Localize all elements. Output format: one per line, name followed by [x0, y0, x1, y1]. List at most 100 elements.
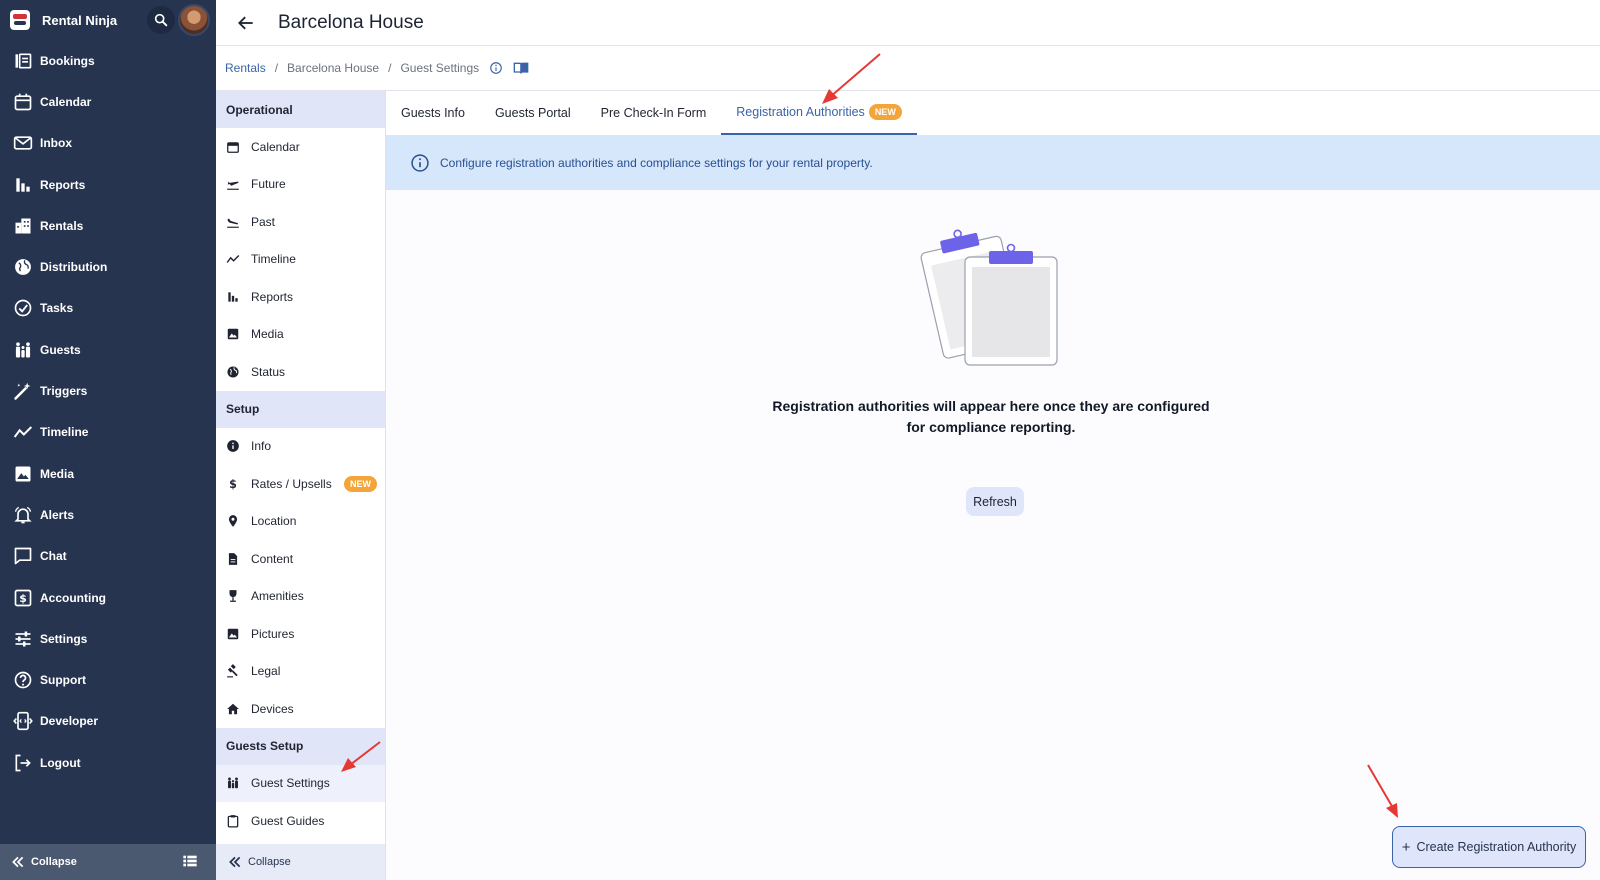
image-icon: [227, 329, 239, 340]
submenu-item-rates-upsells[interactable]: $ Rates / Upsells NEW: [216, 465, 385, 503]
nav-item-logout[interactable]: Logout: [0, 742, 216, 783]
pin-icon: [228, 515, 238, 528]
check-circle-icon: [14, 300, 32, 317]
wand-icon: [14, 382, 31, 400]
timeline-icon: [226, 255, 240, 264]
nav-item-tasks[interactable]: Tasks: [0, 288, 216, 329]
avatar[interactable]: [178, 4, 210, 36]
nav-item-settings[interactable]: Settings: [0, 618, 216, 659]
info-icon[interactable]: [489, 61, 503, 75]
nav-item-support[interactable]: Support: [0, 659, 216, 700]
submenu-item-location[interactable]: Location: [216, 503, 385, 541]
app-collapse-label: Collapse: [31, 856, 77, 868]
bookings-icon: [15, 53, 32, 69]
top-header: Barcelona House: [216, 0, 1600, 46]
submenu-label: Guest Guides: [251, 813, 325, 828]
double-chevron-left-icon: [229, 856, 241, 868]
refresh-button[interactable]: Refresh: [966, 487, 1024, 516]
nav-item-developer[interactable]: Developer: [0, 701, 216, 742]
submenu-item-pictures[interactable]: Pictures: [216, 615, 385, 653]
tab-label: Guests Info: [401, 106, 465, 120]
section-guests-setup: Guests Setup: [216, 727, 385, 765]
svg-text:$: $: [19, 592, 27, 605]
book-icon[interactable]: [513, 61, 529, 75]
submenu-item-future[interactable]: Future: [216, 166, 385, 204]
submenu-item-guest-settings[interactable]: Guest Settings: [216, 764, 385, 802]
tab-guests-info[interactable]: Guests Info: [386, 91, 480, 135]
clipboard-icon: [227, 814, 239, 828]
tab-bar: Guests Info Guests Portal Pre Check-In F…: [386, 91, 1600, 136]
tab-pre-check-in-form[interactable]: Pre Check-In Form: [586, 91, 722, 135]
create-registration-authority-button[interactable]: + Create Registration Authority: [1392, 826, 1586, 868]
nav-item-bookings[interactable]: Bookings: [0, 40, 216, 81]
main-content: Guests Info Guests Portal Pre Check-In F…: [386, 91, 1600, 880]
dollar-icon: $: [14, 589, 32, 606]
submenu-item-past[interactable]: Past: [216, 203, 385, 241]
nav-item-rentals[interactable]: Rentals: [0, 205, 216, 246]
nav-label: Chat: [40, 549, 67, 564]
nav-item-calendar[interactable]: Calendar: [0, 81, 216, 122]
breadcrumb-separator: /: [274, 61, 279, 75]
nav-label: Support: [40, 673, 86, 688]
submenu-item-legal[interactable]: Legal: [216, 653, 385, 691]
nav-item-reports[interactable]: Reports: [0, 164, 216, 205]
reports-icon: [228, 292, 238, 302]
nav-label: Calendar: [40, 94, 92, 109]
nav-item-guests[interactable]: Guests: [0, 329, 216, 370]
submenu-item-guest-guides[interactable]: Guest Guides: [216, 802, 385, 840]
nav-item-alerts[interactable]: Alerts: [0, 494, 216, 535]
submenu-item-calendar[interactable]: Calendar: [216, 128, 385, 166]
app-collapse-button[interactable]: Collapse: [0, 844, 216, 880]
breadcrumb-rental[interactable]: Barcelona House: [287, 61, 379, 75]
submenu-collapse-button[interactable]: Collapse: [216, 844, 385, 880]
nav-item-chat[interactable]: Chat: [0, 536, 216, 577]
search-icon: [154, 13, 168, 27]
tab-registration-authorities[interactable]: Registration Authorities NEW: [721, 91, 917, 135]
page-title: Barcelona House: [278, 11, 424, 33]
submenu-item-info[interactable]: Info: [216, 428, 385, 466]
nav-label: Guests: [40, 342, 81, 357]
breadcrumb-rentals-link[interactable]: Rentals: [225, 61, 266, 75]
submenu-collapse-label: Collapse: [248, 856, 291, 868]
submenu-label: Pictures: [251, 626, 295, 641]
nav-item-inbox[interactable]: Inbox: [0, 123, 216, 164]
new-badge: NEW: [344, 475, 377, 492]
wine-icon: [229, 590, 237, 603]
image-icon: [15, 466, 31, 482]
nav-label: Logout: [40, 755, 81, 770]
nav-item-media[interactable]: Media: [0, 453, 216, 494]
tab-guests-portal[interactable]: Guests Portal: [480, 91, 586, 135]
search-button[interactable]: [147, 6, 175, 34]
reports-icon: [16, 177, 30, 192]
globe-icon: [15, 259, 31, 276]
submenu-label: Past: [251, 214, 276, 229]
nav-item-distribution[interactable]: Distribution: [0, 246, 216, 287]
submenu-item-reports[interactable]: Reports: [216, 278, 385, 316]
submenu-label: Amenities: [251, 589, 304, 604]
submenu-item-devices[interactable]: Devices: [216, 690, 385, 728]
submenu-item-media[interactable]: Media: [216, 316, 385, 354]
nav-item-triggers[interactable]: Triggers: [0, 370, 216, 411]
nav-item-accounting[interactable]: $ Accounting: [0, 577, 216, 618]
calendar-icon: [14, 93, 32, 111]
submenu-item-content[interactable]: Content: [216, 540, 385, 578]
submenu-item-amenities[interactable]: Amenities: [216, 578, 385, 616]
info-icon: [227, 440, 239, 453]
submenu-item-timeline[interactable]: Timeline: [216, 241, 385, 279]
empty-state-message: Registration authorities will appear her…: [771, 396, 1211, 438]
submenu-label: Legal: [251, 664, 281, 679]
submenu-item-status[interactable]: Status: [216, 353, 385, 391]
new-badge: NEW: [868, 104, 902, 120]
back-button[interactable]: [232, 9, 260, 37]
nav-label: Reports: [40, 177, 86, 192]
nav-label: Triggers: [40, 384, 88, 399]
submenu-label: Location: [251, 514, 297, 529]
nav-item-timeline[interactable]: Timeline: [0, 412, 216, 453]
list-icon[interactable]: [182, 854, 198, 868]
image-icon: [227, 628, 239, 639]
nav-label: Alerts: [40, 507, 75, 522]
banner-text: Configure registration authorities and c…: [440, 156, 873, 170]
nav-label: Rentals: [40, 218, 84, 233]
nav-label: Media: [40, 466, 75, 481]
nav-label: Developer: [40, 714, 99, 729]
